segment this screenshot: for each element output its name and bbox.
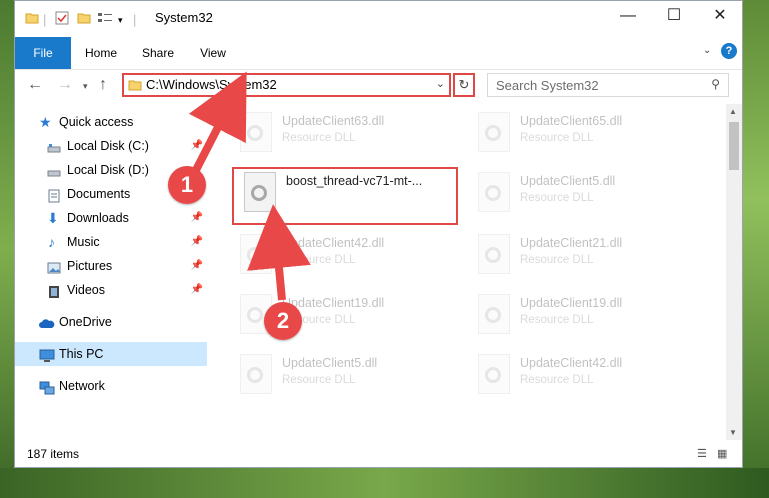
arrow-to-address-bar xyxy=(188,71,247,172)
step-1-badge: 1 xyxy=(168,166,206,204)
annotation-arrows xyxy=(188,71,311,301)
step-2-badge: 2 xyxy=(264,302,302,340)
arrow-to-file xyxy=(247,204,311,301)
